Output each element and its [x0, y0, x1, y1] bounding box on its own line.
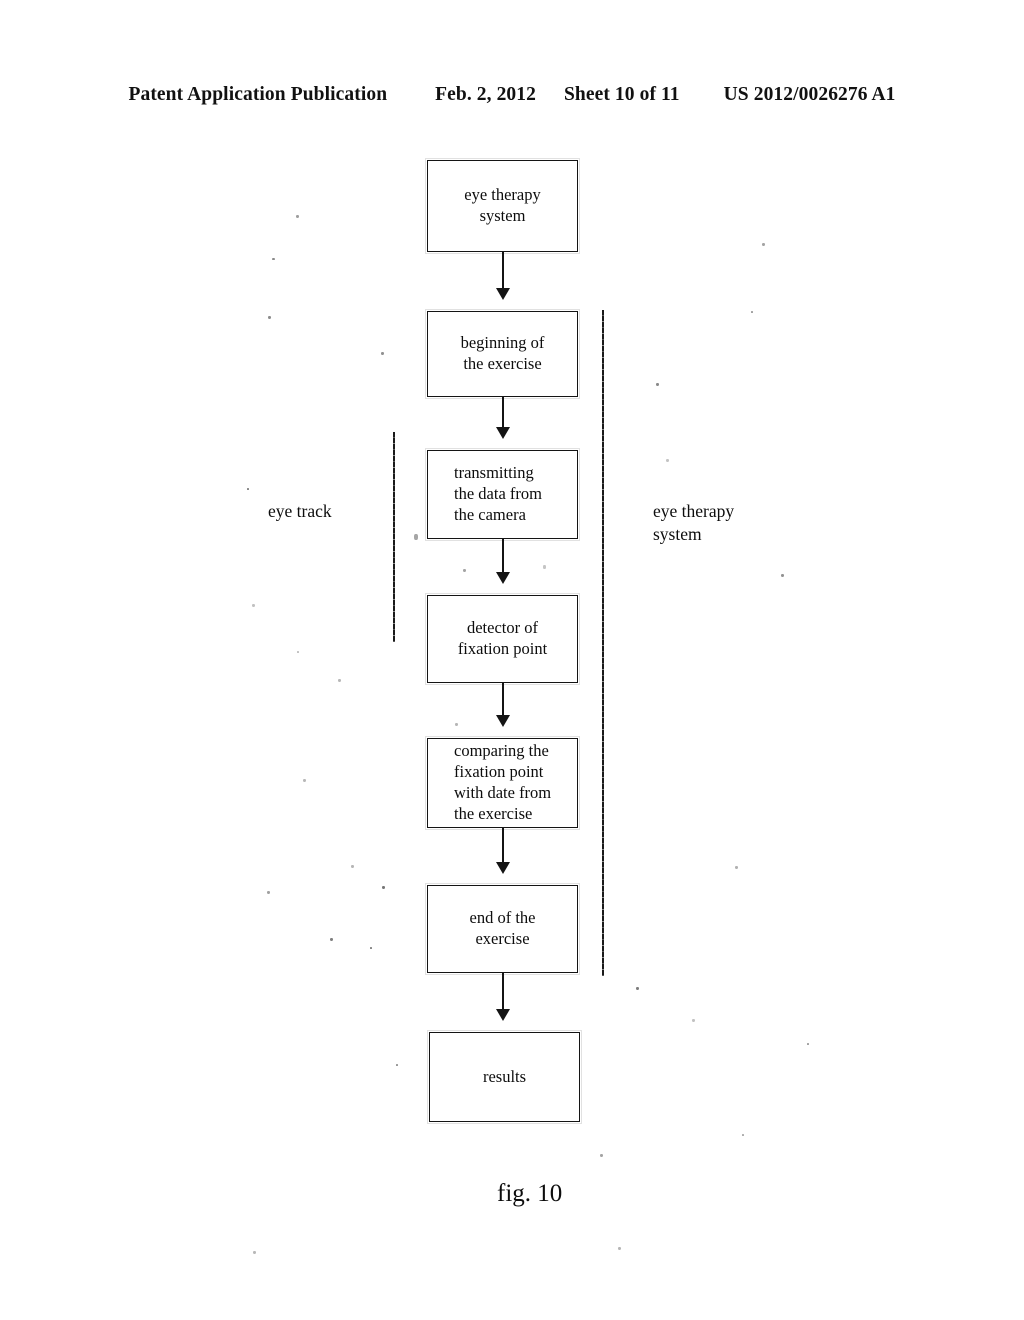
flow-connector: [502, 539, 504, 573]
flow-connector: [502, 973, 504, 1010]
flow-arrowhead-icon: [496, 572, 510, 584]
patent-figure-page: Patent Application Publication Feb. 2, 2…: [0, 0, 1024, 1320]
annotation-eye-track-bracket: [393, 432, 395, 642]
flow-arrowhead-icon: [496, 715, 510, 727]
flow-arrowhead-icon: [496, 862, 510, 874]
scan-speck: [735, 866, 738, 869]
node-results: results: [429, 1032, 580, 1122]
flow-node-label: end of the exercise: [470, 908, 536, 950]
flow-arrowhead-icon: [496, 427, 510, 439]
flow-connector: [502, 397, 504, 428]
flow-node-label: results: [483, 1067, 526, 1088]
annotation-eye-track-label: eye track: [268, 500, 332, 523]
scan-speck: [455, 723, 458, 726]
scan-speck: [272, 258, 275, 260]
annotation-eye-therapy-system-bracket: [602, 310, 604, 976]
annotation-eye-therapy-system-label: eye therapy system: [653, 500, 734, 546]
scan-speck: [742, 1134, 744, 1136]
scan-speck: [396, 1064, 398, 1066]
scan-speck: [463, 569, 466, 572]
header-publication-title: Patent Application Publication: [128, 84, 387, 106]
scan-speck: [297, 651, 299, 653]
node-beginning-exercise: beginning of the exercise: [427, 311, 578, 397]
scan-speck: [338, 679, 341, 682]
figure-caption: fig. 10: [497, 1180, 562, 1208]
flow-arrowhead-icon: [496, 288, 510, 300]
node-end-exercise: end of the exercise: [427, 885, 578, 973]
scan-speck: [636, 987, 639, 990]
flow-node-label: beginning of the exercise: [461, 333, 545, 375]
scan-speck: [296, 215, 299, 218]
flow-node-label: transmitting the data from the camera: [428, 463, 542, 525]
scan-speck: [751, 311, 753, 313]
flow-node-label: detector of fixation point: [458, 618, 547, 660]
scan-speck: [370, 947, 372, 949]
scan-speck: [381, 352, 384, 355]
scan-speck: [414, 534, 418, 540]
scan-speck: [303, 779, 306, 782]
scan-speck: [382, 886, 385, 889]
scan-speck: [692, 1019, 695, 1022]
flow-node-label: eye therapy system: [464, 185, 541, 227]
scan-speck: [762, 243, 765, 246]
scan-speck: [543, 565, 546, 569]
scan-speck: [247, 488, 249, 490]
header-patent-number: US 2012/0026276 A1: [724, 84, 896, 106]
scan-speck: [330, 938, 333, 941]
scan-speck: [351, 865, 354, 868]
scan-speck: [781, 574, 784, 577]
scan-speck: [252, 604, 255, 607]
flow-connector: [502, 252, 504, 289]
flow-arrowhead-icon: [496, 1009, 510, 1021]
scan-speck: [600, 1154, 603, 1157]
scan-speck: [618, 1247, 621, 1250]
flow-connector: [502, 683, 504, 716]
scan-speck: [807, 1043, 809, 1045]
scan-speck: [656, 383, 659, 386]
node-transmitting-data: transmitting the data from the camera: [427, 450, 578, 539]
node-comparing-fixation: comparing the fixation point with date fro…: [427, 738, 578, 828]
node-eye-therapy-system: eye therapy system: [427, 160, 578, 252]
flow-connector: [502, 828, 504, 863]
header-sheet-number: Sheet 10 of 11: [564, 84, 680, 106]
flow-node-label: comparing the fixation point with date fro…: [428, 741, 551, 824]
scan-speck: [268, 316, 271, 319]
node-detector-fixation: detector of fixation point: [427, 595, 578, 683]
header-publication-date: Feb. 2, 2012: [435, 84, 536, 106]
patent-page-header: Patent Application Publication Feb. 2, 2…: [0, 84, 1024, 106]
scan-speck: [267, 891, 270, 894]
scan-speck: [666, 459, 669, 462]
scan-speck: [253, 1251, 256, 1254]
